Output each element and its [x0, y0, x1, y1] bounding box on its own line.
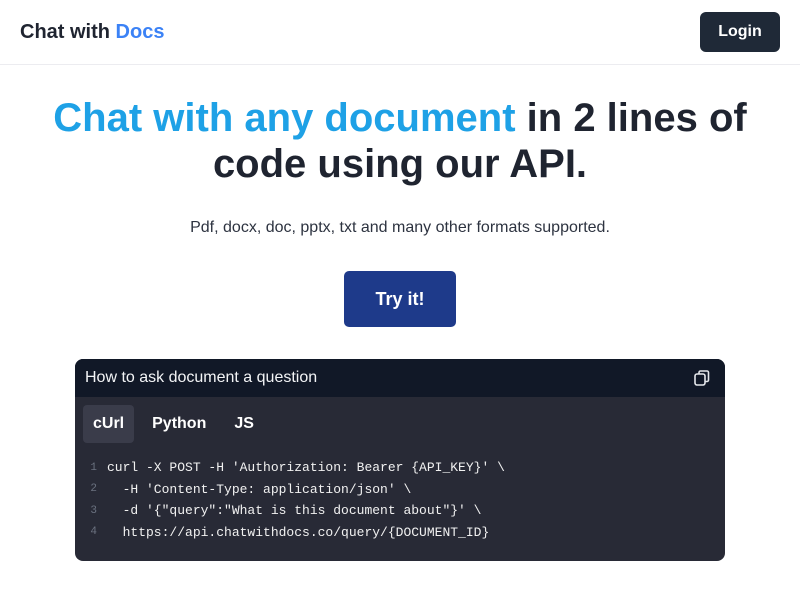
- brand-text: Chat with: [20, 20, 116, 43]
- copy-icon[interactable]: [693, 369, 711, 387]
- tab-python[interactable]: Python: [142, 405, 216, 443]
- tab-curl[interactable]: cUrl: [83, 405, 135, 443]
- line-number: 4: [90, 526, 97, 539]
- tab-js[interactable]: JS: [224, 405, 264, 443]
- code-line: 3 -d '{"query":"What is this document ab…: [75, 500, 725, 522]
- top-nav: Chat with Docs Login: [0, 0, 800, 65]
- code-text: curl -X POST -H 'Authorization: Bearer {…: [107, 460, 505, 476]
- code-text: https://api.chatwithdocs.co/query/{DOCUM…: [107, 524, 490, 540]
- code-card-header: How to ask document a question: [75, 359, 725, 397]
- hero-section: Chat with any document in 2 lines of cod…: [0, 95, 800, 327]
- line-number: 1: [90, 461, 97, 474]
- hero-title: Chat with any document in 2 lines of cod…: [40, 95, 760, 187]
- hero-title-highlight: Chat with any document: [53, 96, 516, 140]
- code-card-title: How to ask document a question: [85, 369, 318, 386]
- try-it-button[interactable]: Try it!: [344, 271, 456, 327]
- code-text: -H 'Content-Type: application/json' \: [107, 481, 412, 497]
- code-block: 1 curl -X POST -H 'Authorization: Bearer…: [75, 443, 725, 543]
- hero-subtitle: Pdf, docx, doc, pptx, txt and many other…: [190, 219, 610, 236]
- line-number: 2: [90, 483, 97, 496]
- code-text: -d '{"query":"What is this document abou…: [107, 503, 482, 519]
- code-line: 1 curl -X POST -H 'Authorization: Bearer…: [75, 457, 725, 479]
- code-line: 4 https://api.chatwithdocs.co/query/{DOC…: [75, 522, 725, 544]
- code-language-tabs: cUrl Python JS: [75, 397, 725, 443]
- line-number: 3: [90, 504, 97, 517]
- login-button[interactable]: Login: [700, 12, 780, 52]
- code-line: 2 -H 'Content-Type: application/json' \: [75, 479, 725, 501]
- code-example-card: How to ask document a question cUrl Pyth…: [75, 359, 725, 561]
- brand-logo[interactable]: Chat with Docs: [20, 21, 164, 44]
- brand-accent-text: Docs: [115, 20, 165, 43]
